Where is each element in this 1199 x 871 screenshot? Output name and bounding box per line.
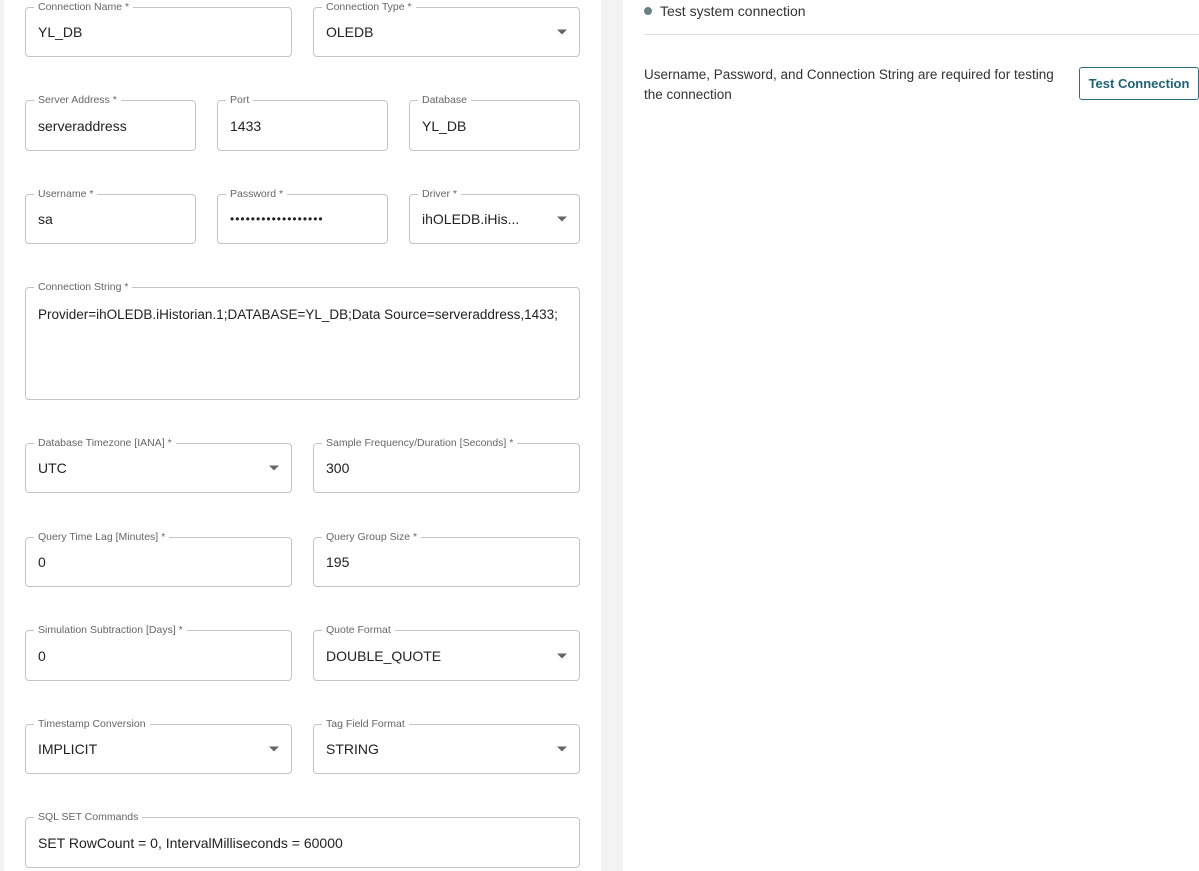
port-label: Port (226, 94, 254, 107)
server-address-label: Server Address * (34, 94, 121, 107)
sql-set-commands-value[interactable]: SET RowCount = 0, IntervalMilliseconds =… (38, 835, 343, 851)
chevron-down-icon[interactable] (557, 746, 567, 752)
username-field[interactable]: Username * sa (25, 188, 196, 244)
port-field[interactable]: Port 1433 (217, 94, 388, 151)
query-time-lag-field[interactable]: Query Time Lag [Minutes] * 0 (25, 531, 292, 587)
username-value[interactable]: sa (38, 211, 53, 227)
sample-frequency-value[interactable]: 300 (326, 460, 349, 476)
query-time-lag-value[interactable]: 0 (38, 554, 46, 570)
test-requirements-hint: Username, Password, and Connection Strin… (644, 67, 1054, 102)
tag-field-format-value[interactable]: STRING (326, 741, 379, 757)
database-label: Database (418, 94, 471, 107)
chevron-down-icon[interactable] (557, 216, 567, 222)
simulation-subtraction-value[interactable]: 0 (38, 648, 46, 664)
password-value[interactable]: •••••••••••••••••• (230, 212, 324, 226)
quote-format-value[interactable]: DOUBLE_QUOTE (326, 648, 441, 664)
tag-field-format-label: Tag Field Format (322, 718, 409, 731)
username-label: Username * (34, 188, 98, 201)
quote-format-select[interactable]: Quote Format DOUBLE_QUOTE (313, 624, 580, 681)
chevron-down-icon[interactable] (557, 29, 567, 35)
sql-set-commands-label: SQL SET Commands (34, 811, 143, 824)
connection-string-value[interactable]: Provider=ihOLEDB.iHistorian.1;DATABASE=Y… (38, 307, 558, 322)
divider (644, 34, 1199, 35)
password-field[interactable]: Password * •••••••••••••••••• (217, 188, 388, 244)
database-field[interactable]: Database YL_DB (409, 94, 580, 151)
driver-label: Driver * (418, 188, 462, 201)
connection-name-label: Connection Name * (34, 1, 134, 14)
driver-select[interactable]: Driver * ihOLEDB.iHis... (409, 188, 580, 244)
timestamp-conversion-value[interactable]: IMPLICIT (38, 741, 97, 757)
connection-type-value[interactable]: OLEDB (326, 24, 373, 40)
server-address-value[interactable]: serveraddress (38, 118, 127, 134)
server-address-field[interactable]: Server Address * serveraddress (25, 94, 196, 151)
database-timezone-select[interactable]: Database Timezone [IANA] * UTC (25, 437, 292, 493)
tag-field-format-select[interactable]: Tag Field Format STRING (313, 718, 580, 774)
database-timezone-label: Database Timezone [IANA] * (34, 437, 176, 450)
database-value[interactable]: YL_DB (422, 118, 466, 134)
sql-set-commands-field[interactable]: SQL SET Commands SET RowCount = 0, Inter… (25, 811, 580, 868)
query-group-size-value[interactable]: 195 (326, 554, 349, 570)
sample-frequency-label: Sample Frequency/Duration [Seconds] * (322, 437, 518, 450)
timestamp-conversion-label: Timestamp Conversion (34, 718, 150, 731)
timestamp-conversion-select[interactable]: Timestamp Conversion IMPLICIT (25, 718, 292, 774)
simulation-subtraction-label: Simulation Subtraction [Days] * (34, 624, 187, 637)
driver-value[interactable]: ihOLEDB.iHis... (422, 211, 519, 227)
sample-frequency-field[interactable]: Sample Frequency/Duration [Seconds] * 30… (313, 437, 580, 493)
connection-string-label: Connection String * (34, 281, 133, 294)
status-text: Test system connection (660, 3, 806, 19)
chevron-down-icon[interactable] (557, 653, 567, 658)
test-connection-button[interactable]: Test Connection (1079, 67, 1199, 100)
chevron-down-icon[interactable] (269, 746, 279, 752)
password-label: Password * (226, 188, 288, 201)
chevron-down-icon[interactable] (269, 465, 279, 471)
quote-format-label: Quote Format (322, 624, 395, 637)
connection-status: Test system connection (644, 3, 806, 19)
connection-type-select[interactable]: Connection Type * OLEDB (313, 1, 580, 57)
query-time-lag-label: Query Time Lag [Minutes] * (34, 531, 170, 544)
connection-name-value[interactable]: YL_DB (38, 24, 82, 40)
port-value[interactable]: 1433 (230, 118, 261, 134)
connection-type-label: Connection Type * (322, 1, 416, 14)
connection-string-textarea[interactable]: Connection String * Provider=ihOLEDB.iHi… (25, 281, 580, 400)
simulation-subtraction-field[interactable]: Simulation Subtraction [Days] * 0 (25, 624, 292, 681)
panel-gutter (601, 0, 623, 871)
connection-name-field[interactable]: Connection Name * YL_DB (25, 1, 292, 57)
status-dot-icon (644, 7, 652, 15)
database-timezone-value[interactable]: UTC (38, 460, 67, 476)
query-group-size-field[interactable]: Query Group Size * 195 (313, 531, 580, 587)
test-connection-panel: Test system connection Username, Passwor… (623, 0, 1199, 871)
connection-form-panel: Connection Name * YL_DB Connection Type … (4, 0, 601, 871)
query-group-size-label: Query Group Size * (322, 531, 422, 544)
